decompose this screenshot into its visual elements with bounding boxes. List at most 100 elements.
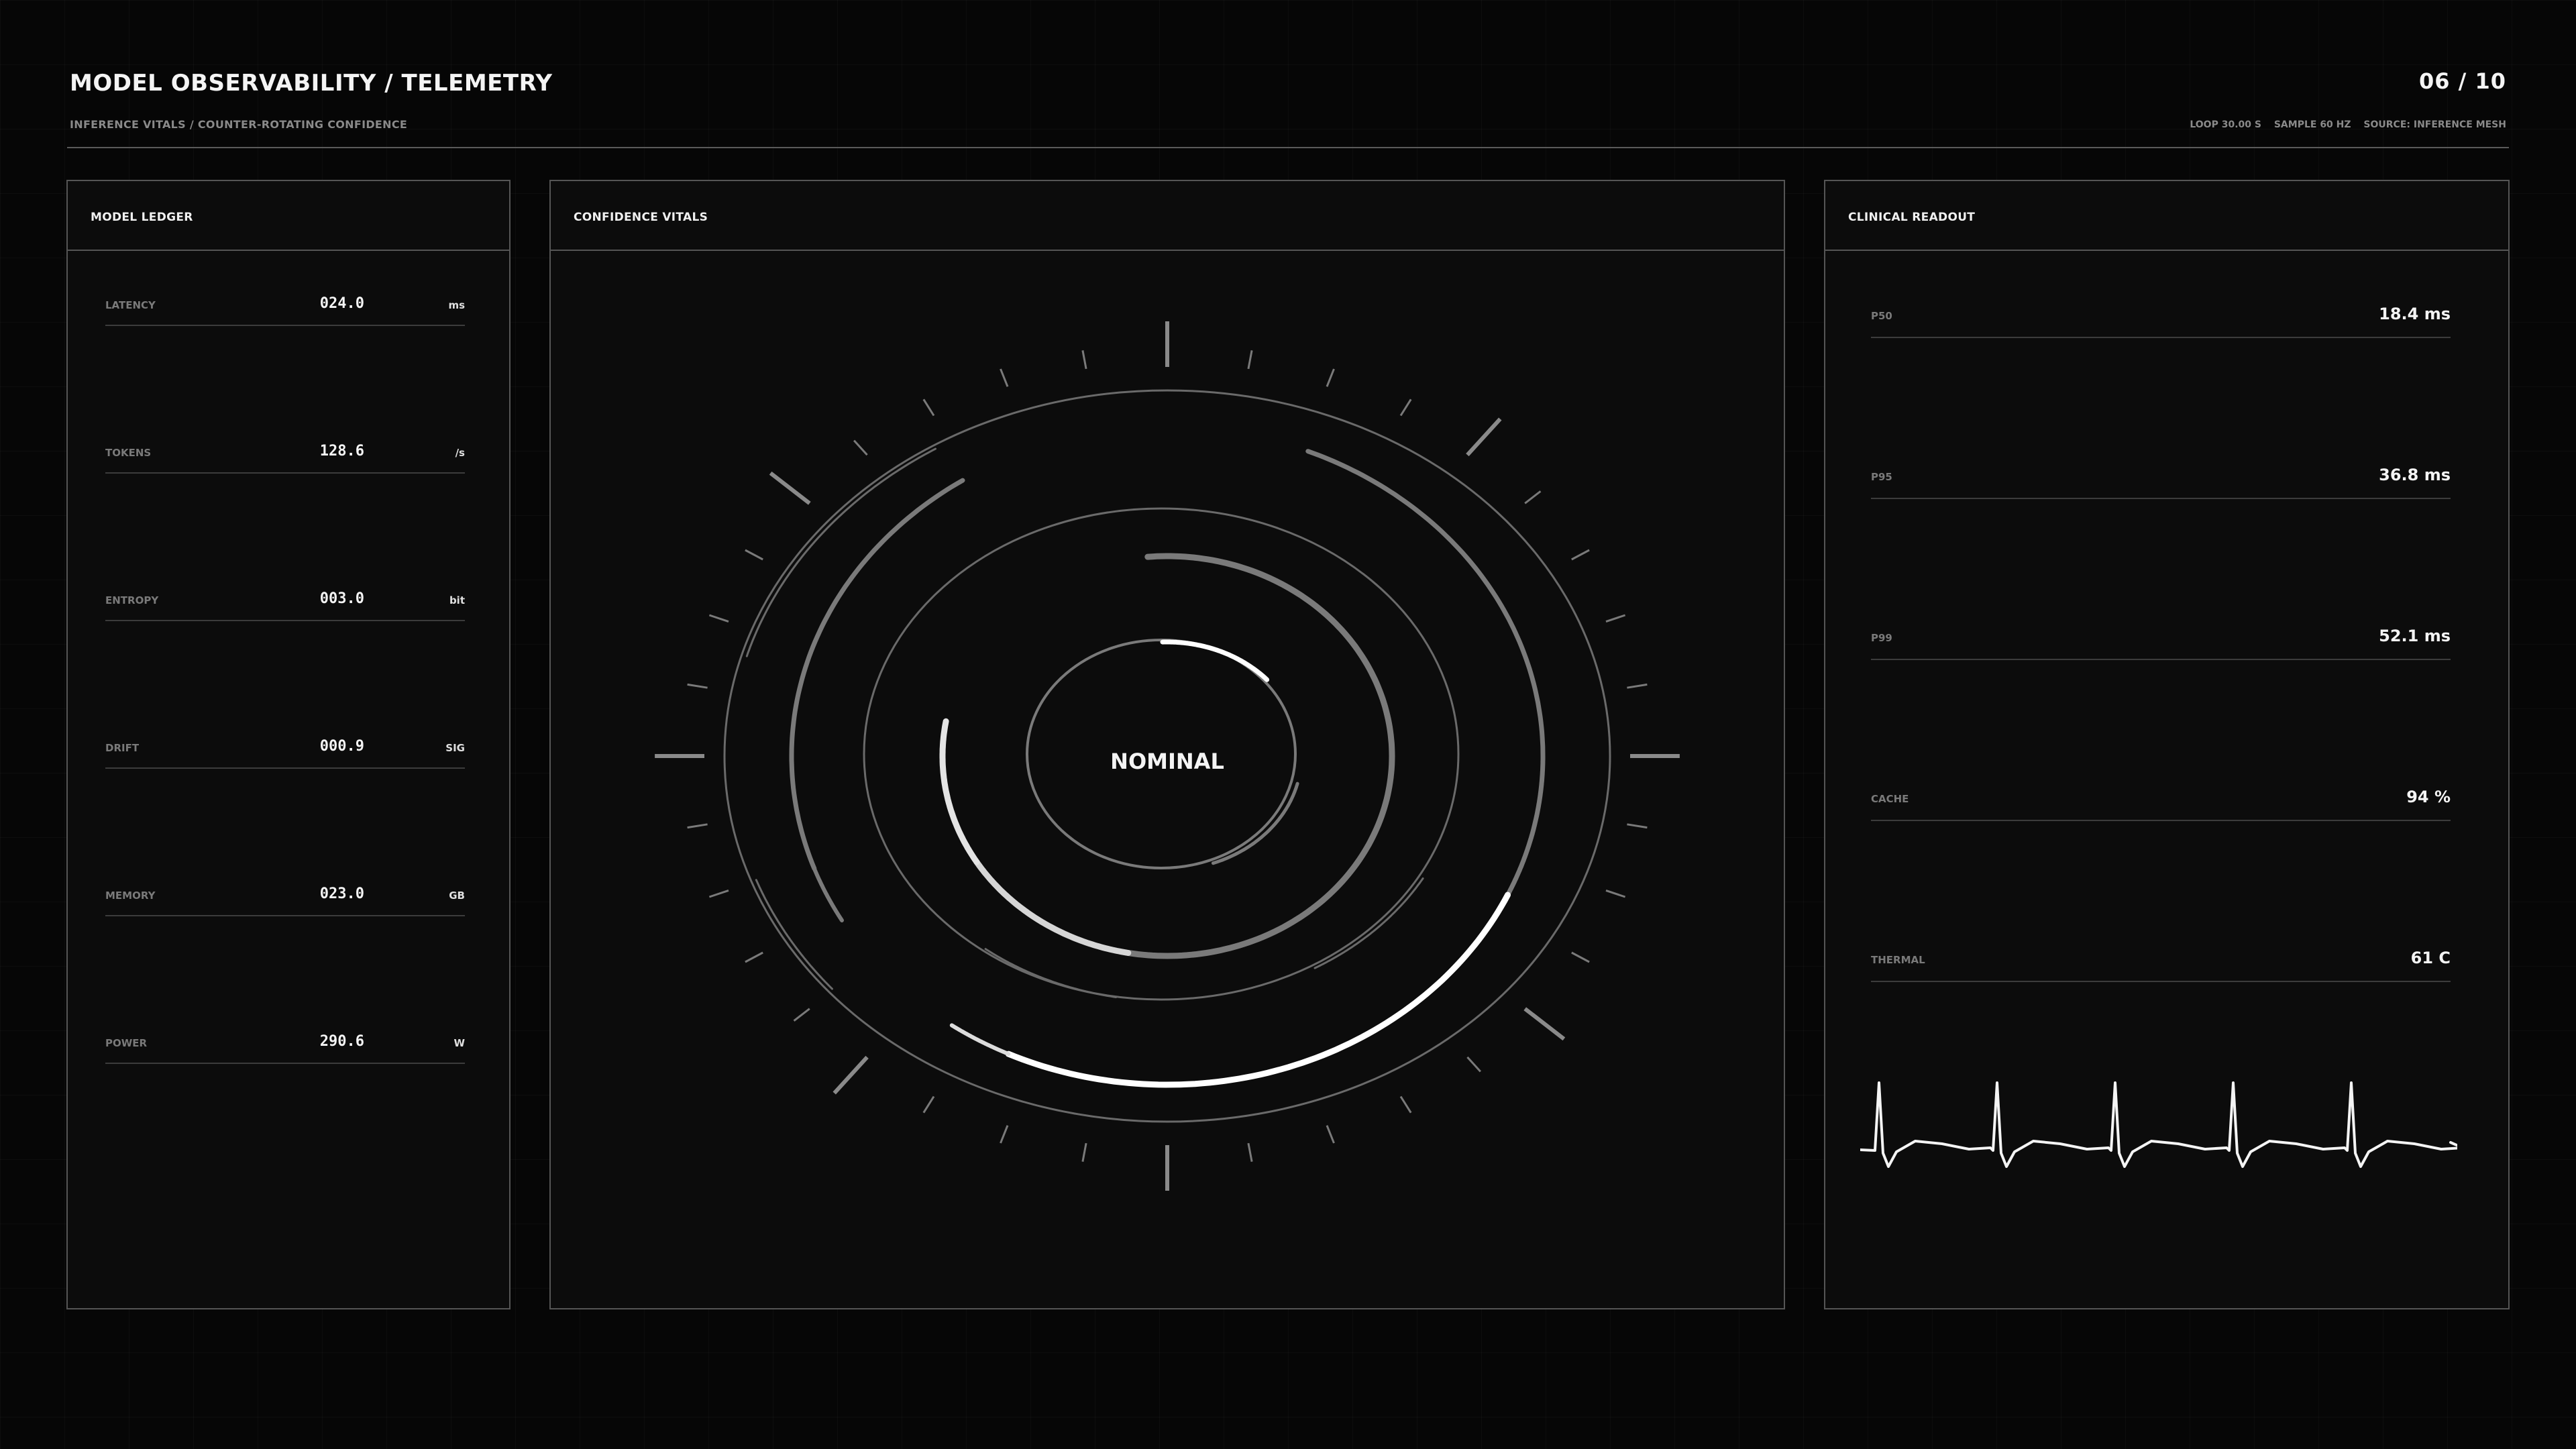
ledger-label: DRIFT <box>105 742 140 754</box>
clinical-readout-panel: CLINICAL READOUT P50 18.4 ms P95 36.8 ms… <box>1824 180 2510 1309</box>
gauge-tick <box>687 683 708 689</box>
readout-value: 18.4 ms <box>2379 305 2451 323</box>
header-meta: LOOP 30.00 S SAMPLE 60 HZ SOURCE: INFERE… <box>2180 119 2506 130</box>
source-readout: SOURCE: INFERENCE MESH <box>2363 119 2506 130</box>
gauge-tick <box>1524 490 1542 504</box>
ledger-row-memory: MEMORY 023.0 GB <box>105 879 465 916</box>
ledger-unit: GB <box>449 890 465 902</box>
gauge-tick <box>745 549 763 561</box>
status-label: NOMINAL <box>1110 749 1224 774</box>
gauge-tick <box>1627 823 1648 829</box>
ledger-value: 290.6 <box>319 1033 364 1050</box>
readout-value: 94 % <box>2406 788 2451 806</box>
gauge-tick <box>708 889 729 898</box>
gauge-tick <box>1571 951 1590 963</box>
gauge-tick <box>1247 350 1253 370</box>
ledger-value: 024.0 <box>319 295 364 312</box>
middle-fragment <box>984 948 1118 998</box>
readout-label: CACHE <box>1871 793 1909 805</box>
readout-row-p99: P99 52.1 ms <box>1871 617 2451 660</box>
confidence-vitals-panel: CONFIDENCE VITALS NOMINAL <box>549 180 1785 1309</box>
ledger-unit: /s <box>455 447 465 459</box>
gauge-tick <box>708 614 729 623</box>
ledger-unit: bit <box>449 594 465 606</box>
gauge-tick <box>1000 1125 1009 1144</box>
ledger-label: TOKENS <box>105 447 152 459</box>
readout-value: 52.1 ms <box>2379 627 2451 645</box>
middle-arc <box>1144 553 1395 759</box>
gauge-tick <box>1466 417 1502 457</box>
ledger-label: MEMORY <box>105 890 156 902</box>
page-subtitle: INFERENCE VITALS / COUNTER-ROTATING CONF… <box>70 118 408 131</box>
gauge-tick <box>745 951 763 963</box>
inner-arc-active <box>1160 639 1270 682</box>
sample-readout: SAMPLE 60 HZ <box>2273 119 2351 130</box>
ledger-label: ENTROPY <box>105 594 159 606</box>
middle-arc <box>1125 753 1395 959</box>
ledger-label: POWER <box>105 1037 148 1049</box>
page-title: MODEL OBSERVABILITY / TELEMETRY <box>70 70 553 97</box>
readout-row-p95: P95 36.8 ms <box>1871 456 2451 499</box>
ledger-unit: ms <box>448 299 465 311</box>
gauge-tick <box>1399 398 1412 417</box>
ledger-row-entropy: ENTROPY 003.0 bit <box>105 584 465 621</box>
gauge-tick <box>853 439 868 456</box>
ledger-row-drift: DRIFT 000.9 SIG <box>105 731 465 769</box>
gauge-tick <box>1523 1007 1566 1041</box>
outer-fragment <box>755 879 833 990</box>
gauge-tick <box>922 398 935 417</box>
gauge-tick <box>1081 350 1087 370</box>
gauge-tick <box>922 1095 935 1114</box>
panel-title: MODEL LEDGER <box>91 211 193 224</box>
readout-row-cache: CACHE 94 % <box>1871 778 2451 821</box>
readout-label: P95 <box>1871 471 1892 483</box>
panel-title: CONFIDENCE VITALS <box>574 211 708 224</box>
outer-arc <box>1305 449 1546 759</box>
ledger-label: LATENCY <box>105 299 156 311</box>
readout-value: 36.8 ms <box>2379 466 2451 484</box>
model-ledger-panel: MODEL LEDGER LATENCY 024.0 ms TOKENS 128… <box>66 180 511 1309</box>
ledger-unit: SIG <box>445 742 465 754</box>
gauge-tick <box>1571 549 1590 561</box>
middle-arc-active <box>973 859 1132 956</box>
readout-row-thermal: THERMAL 61 C <box>1871 939 2451 982</box>
readout-row-p50: P50 18.4 ms <box>1871 295 2451 338</box>
outer-arc <box>1505 753 1546 898</box>
panel-title: CLINICAL READOUT <box>1848 211 1976 224</box>
gauge-tick <box>1466 1056 1482 1073</box>
ledger-value: 000.9 <box>319 738 364 755</box>
gauge-tick <box>1326 368 1335 387</box>
ledger-value: 128.6 <box>319 443 364 460</box>
panel-header: CLINICAL READOUT <box>1825 181 2508 251</box>
ledger-row-power: POWER 290.6 W <box>105 1026 465 1064</box>
ledger-value: 003.0 <box>319 590 364 607</box>
middle-arc-active <box>939 718 980 865</box>
panel-header: MODEL LEDGER <box>68 181 509 251</box>
gauge-tick <box>769 471 811 505</box>
panel-header: CONFIDENCE VITALS <box>551 181 1784 251</box>
gauge-tick <box>1326 1125 1335 1144</box>
gauge-tick <box>1000 368 1009 387</box>
page-counter: 06 / 10 <box>2418 68 2506 94</box>
gauge-tick <box>687 823 708 829</box>
gauge-tick <box>1247 1142 1253 1162</box>
outer-arc <box>949 1023 1011 1057</box>
ledger-row-tokens: TOKENS 128.6 /s <box>105 436 465 474</box>
gauge-tick <box>1605 614 1626 623</box>
gauge-tick <box>1627 683 1648 689</box>
loop-readout: LOOP 30.00 S <box>2190 119 2261 130</box>
ledger-unit: W <box>453 1037 465 1049</box>
ecg-waveform <box>1860 1081 2457 1168</box>
gauge-tick <box>833 1055 869 1095</box>
gauge-tick <box>793 1008 810 1022</box>
heartbeat-trace <box>1860 1081 2457 1168</box>
readout-label: P99 <box>1871 632 1892 644</box>
confidence-gauge: NOMINAL <box>655 321 1680 1191</box>
header-divider <box>67 147 2509 148</box>
ledger-row-latency: LATENCY 024.0 ms <box>105 288 465 326</box>
outer-arc <box>812 866 844 922</box>
ledger-value: 023.0 <box>319 885 364 902</box>
readout-value: 61 C <box>2410 949 2451 967</box>
gauge-tick <box>1605 889 1626 898</box>
readout-label: THERMAL <box>1871 954 1925 966</box>
